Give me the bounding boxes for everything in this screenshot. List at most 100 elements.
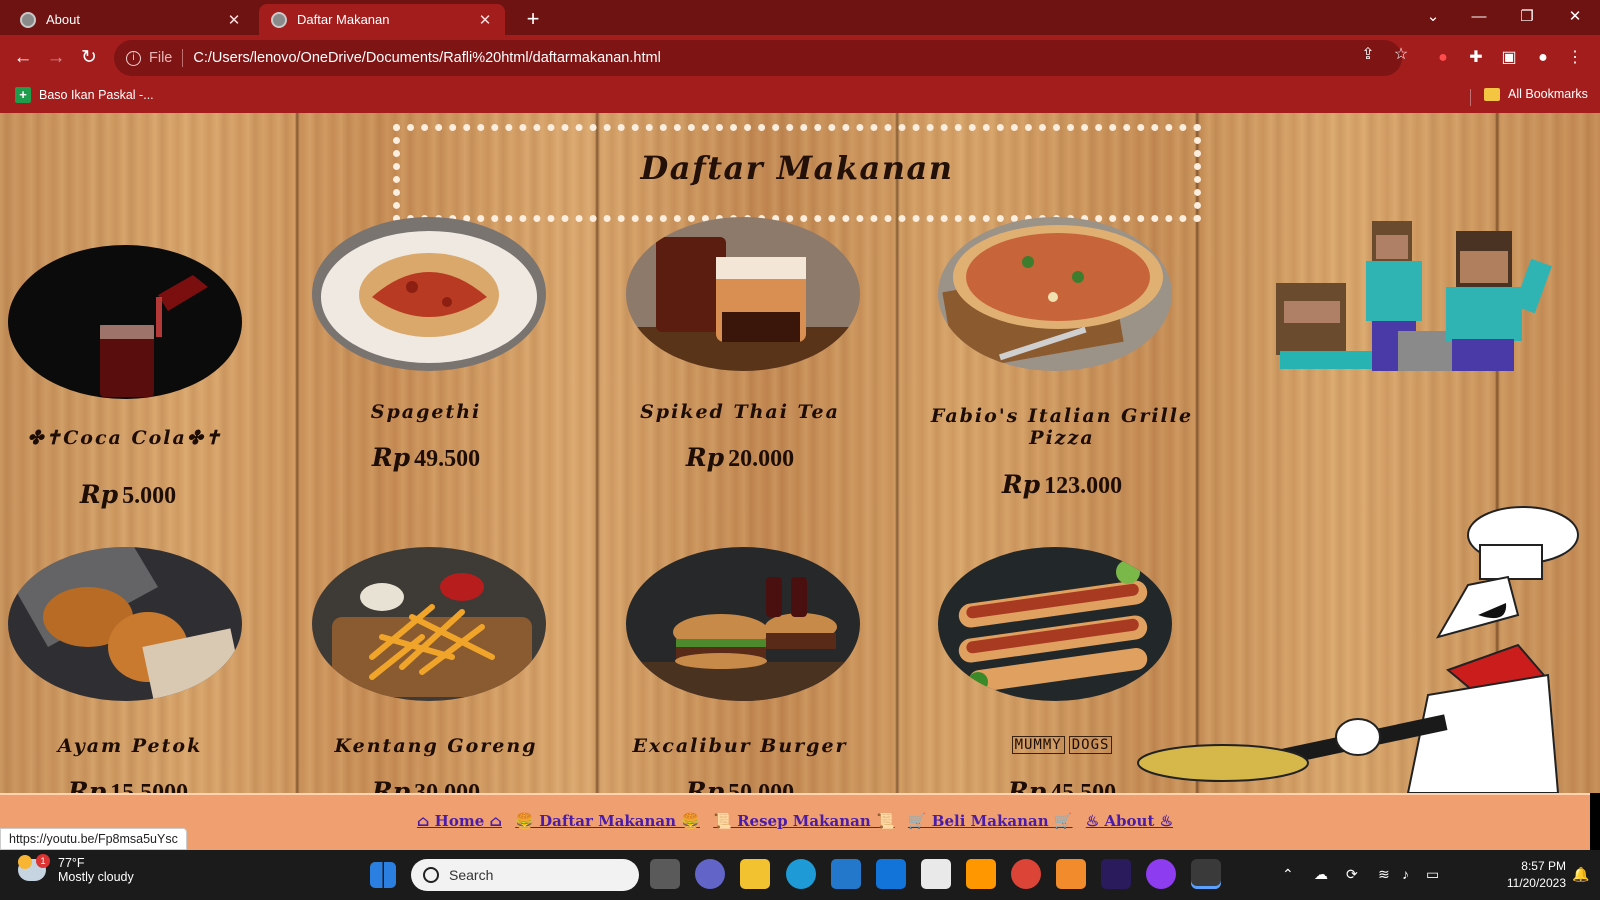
onedrive-icon[interactable]: ☁ [1314,866,1328,883]
file-explorer-icon[interactable] [740,859,770,889]
bookmark-star-icon[interactable]: ☆ [1390,44,1412,66]
item-name: Fabio's Italian Grille Pizza [930,405,1194,449]
ayam-petok-image [8,547,242,701]
pizza-image [938,217,1172,371]
edge-icon[interactable] [786,859,816,889]
price-value: 5.000 [122,483,177,509]
footer-nav: ⌂ Home ⌂ 🍔 Daftar Makanan 🍔 📜 Resep Maka… [0,812,1590,830]
currency-label: Rp [79,480,119,509]
item-price: Rp 30.000 [276,777,576,793]
side-panel-icon[interactable]: ▣ [1498,47,1520,69]
volume-icon[interactable]: ♪ [1402,866,1409,882]
price-value: 123.000 [1044,473,1123,499]
nav-link-home[interactable]: ⌂ Home ⌂ [417,812,502,830]
taskbar-search[interactable]: Search [411,859,639,891]
kentang-goreng-image [312,547,546,701]
menu-kebab-icon[interactable]: ⋮ [1564,47,1586,69]
clock[interactable]: 8:57 PM 11/20/2023 [1486,858,1566,892]
bookmark-item[interactable]: + Baso Ikan Paskal -... [15,87,154,103]
all-bookmarks-button[interactable]: All Bookmarks [1484,87,1588,101]
profile-icon[interactable]: ● [1532,47,1554,69]
item-name: Excalibur Burger [632,735,848,757]
spiked-thai-tea-image [626,217,860,371]
tab-strip: About ✕ Daftar Makanan ✕ + ⌄ — ❐ ✕ [0,0,1600,35]
currency-label: Rp [67,777,107,793]
notification-bell-icon[interactable]: 🔔 [1572,866,1589,883]
clock-date: 11/20/2023 [1506,876,1566,890]
store-icon[interactable] [921,859,951,889]
item-price: Rp 15.5000 [0,777,278,793]
chevron-up-icon[interactable]: ⌃ [1282,866,1294,883]
nav-link-daftar-makanan[interactable]: 🍔 Daftar Makanan 🍔 [515,812,700,830]
sync-icon[interactable]: ⟳ [1346,866,1358,883]
minimize-button[interactable]: — [1456,0,1502,35]
vscode-icon[interactable] [831,859,861,889]
battery-icon[interactable]: ▭ [1426,866,1439,883]
folder-icon [1484,87,1500,101]
sublime-icon[interactable] [966,859,996,889]
chat-icon[interactable] [695,859,725,889]
weather-widget[interactable]: 1 77°F Mostly cloudy [18,854,134,884]
forward-button[interactable]: → [43,45,69,71]
item-name: Spiked Thai Tea [640,401,840,423]
weather-temp: 77°F [58,856,85,870]
chef-illustration [1128,505,1588,793]
bookmarks-bar: + Baso Ikan Paskal -... All Bookmarks [0,80,1600,113]
share-icon[interactable]: ⇪ [1357,44,1379,66]
close-icon[interactable]: ✕ [226,11,242,29]
chrome-active-icon[interactable] [1191,859,1221,889]
nav-link-resep-makanan[interactable]: 📜 Resep Makanan 📜 [713,812,894,830]
all-bookmarks-label: All Bookmarks [1508,87,1588,101]
globe-icon [271,11,287,28]
new-tab-button[interactable]: + [520,6,546,32]
address-divider [182,49,184,67]
restore-button[interactable]: ❐ [1504,0,1550,35]
extensions-puzzle-icon[interactable]: ✚ [1465,47,1487,69]
chrome-icon[interactable] [1011,859,1041,889]
extension-red-icon[interactable]: ● [1432,47,1454,69]
search-icon [423,867,439,883]
address-url[interactable]: C:/Users/lenovo/OneDrive/Documents/Rafli… [193,50,660,66]
close-window-button[interactable]: ✕ [1552,0,1598,35]
xampp-icon[interactable] [1056,859,1086,889]
address-scheme: File [149,50,173,66]
item-price: Rp 49.500 [276,443,576,473]
item-price: Rp 5.000 [0,480,278,510]
back-button[interactable]: ← [10,45,36,71]
bookmarks-divider [1470,89,1471,106]
cloud-sun-icon: 1 [18,854,50,881]
windows-start-icon[interactable] [370,862,396,888]
page-content: Daftar Makanan ✤✝Coca Cola✤✝ Rp 5.000 Spa… [0,113,1600,793]
page-title: Daftar Makanan [640,149,954,187]
item-name-part: MUMMY [1011,736,1065,754]
premiere-icon[interactable] [1101,859,1131,889]
decor-right: ✤✝ [186,427,223,449]
tab-title: About [46,12,80,27]
item-name: Ayam Petok [57,735,203,757]
item-name-text: Coca Cola [63,427,187,449]
price-value: 30.000 [414,780,481,793]
l-app-icon[interactable] [876,859,906,889]
nav-link-beli-makanan[interactable]: 🛒 Beli Makanan 🛒 [908,812,1073,830]
reload-button[interactable]: ↻ [76,45,102,71]
price-value: 50.000 [728,780,795,793]
tab-search-icon[interactable]: ⌄ [1410,0,1456,35]
info-icon[interactable]: i [126,50,141,66]
tab-daftar-makanan[interactable]: Daftar Makanan ✕ [259,4,505,35]
globe-icon [20,11,36,28]
item-price: Rp 123.000 [912,470,1212,500]
nav-link-about[interactable]: ♨ About ♨ [1086,812,1173,830]
address-bar[interactable]: i File C:/Users/lenovo/OneDrive/Document… [114,40,1402,76]
item-price: Rp 20.000 [590,443,890,473]
sheets-icon: + [15,87,31,103]
app-w-icon[interactable] [1146,859,1176,889]
tab-about[interactable]: About ✕ [8,4,254,35]
item-name-part: DOGS [1068,736,1113,754]
wifi-icon[interactable]: ≋ [1378,866,1390,883]
close-icon[interactable]: ✕ [477,11,493,29]
item-name: ✤✝Coca Cola✤✝ [0,427,275,449]
item-price: Rp 50.000 [590,777,890,793]
price-value: 15.5000 [110,780,189,793]
price-value: 49.500 [414,446,481,472]
task-view-icon[interactable] [650,859,680,889]
